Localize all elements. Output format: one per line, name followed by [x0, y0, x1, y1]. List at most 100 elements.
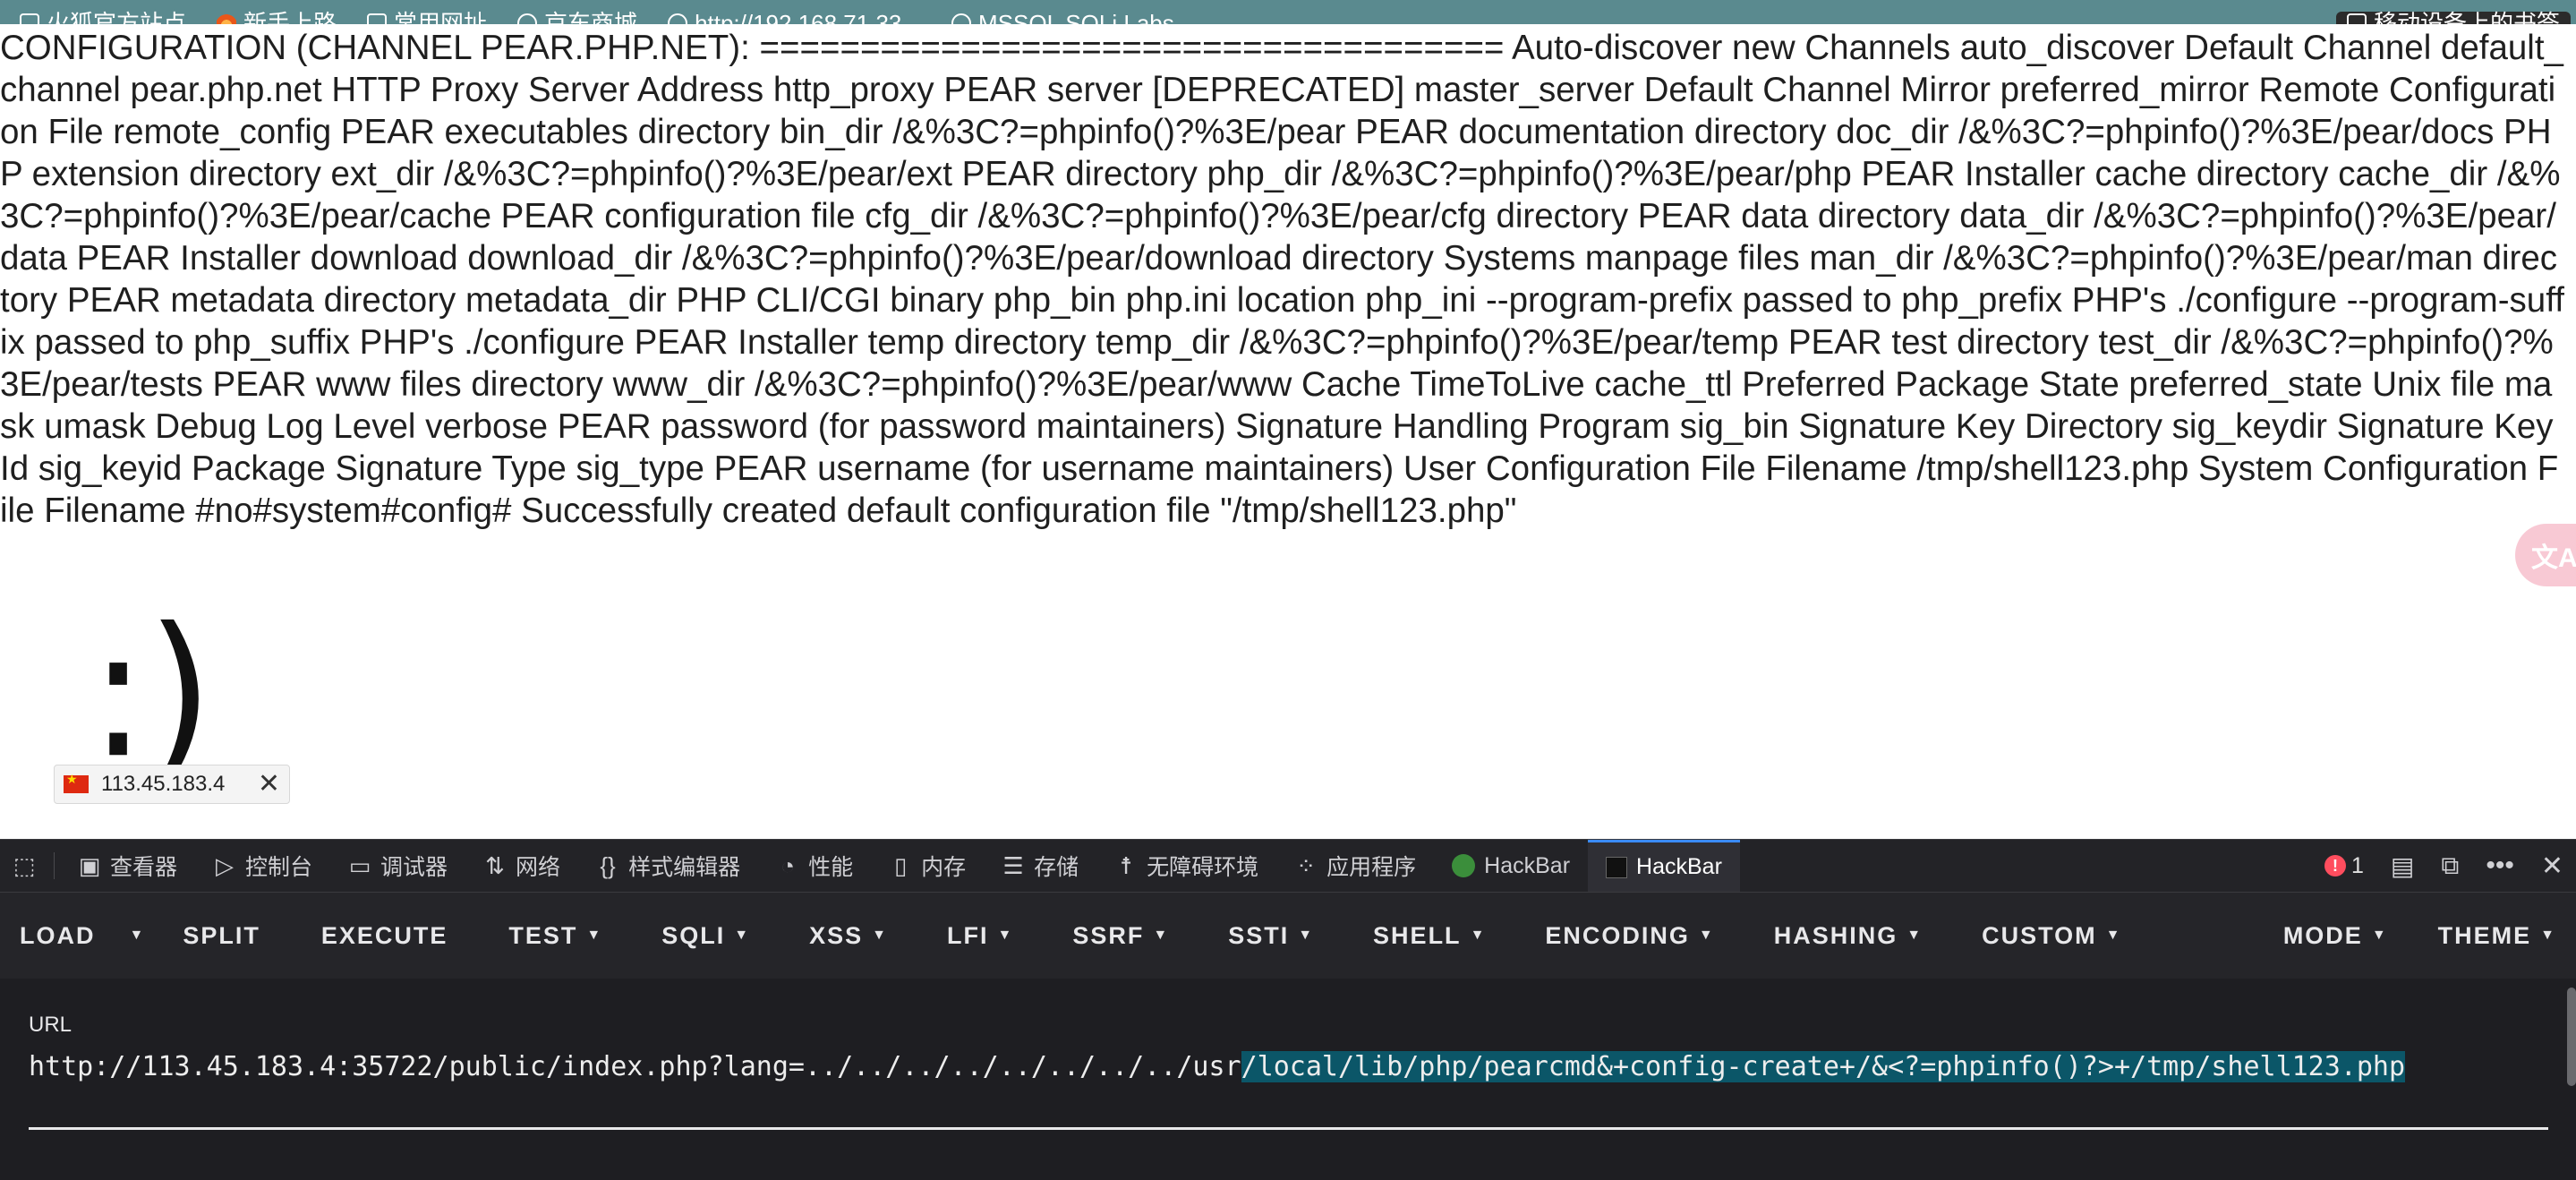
- tab-label: 调试器: [380, 855, 448, 880]
- page-icon: [20, 13, 39, 24]
- chevron-down-icon: ▼: [997, 928, 1012, 943]
- button-label: LOAD: [20, 921, 96, 949]
- bookmark-label: 京东商城: [544, 10, 638, 24]
- hackbar-right-buttons: MODE ▼ THEME ▼: [2283, 922, 2576, 950]
- theme-menu-button[interactable]: THEME ▼: [2438, 922, 2555, 950]
- bookmark-item[interactable]: 火狐官方站点: [20, 12, 186, 24]
- tab-console[interactable]: ▷ 控制台: [195, 840, 330, 892]
- more-options-icon[interactable]: •••: [2486, 851, 2514, 881]
- bookmark-item[interactable]: 京东商城: [517, 12, 637, 24]
- scrollbar[interactable]: [2567, 988, 2576, 1086]
- load-dropdown-caret-icon[interactable]: ▼: [130, 928, 146, 944]
- ssti-menu-button[interactable]: SSTI ▼: [1228, 922, 1312, 950]
- button-label: SSRF: [1072, 921, 1145, 949]
- tab-label: 网络: [516, 855, 561, 880]
- button-label: EXECUTE: [320, 921, 448, 949]
- button-label: SHELL: [1373, 921, 1462, 949]
- hashing-menu-button[interactable]: HASHING ▼: [1774, 922, 1921, 950]
- translate-icon: 文A: [2531, 543, 2576, 573]
- mobile-bookmarks[interactable]: 移动设备上的书签: [2335, 10, 2571, 24]
- devtools-right-controls: ! 1 ▤ ⧉ ••• ✕: [2324, 840, 2576, 892]
- bookmark-item[interactable]: 新手上路: [217, 12, 337, 24]
- split-button[interactable]: SPLIT: [183, 922, 260, 950]
- xss-menu-button[interactable]: XSS ▼: [809, 922, 886, 950]
- error-counter[interactable]: ! 1: [2324, 853, 2364, 879]
- responsive-mode-icon[interactable]: ▤: [2391, 851, 2414, 881]
- execute-button[interactable]: EXECUTE: [321, 922, 448, 950]
- bookmark-item[interactable]: MSSQL SQLi Labs: [951, 12, 1174, 24]
- sqli-menu-button[interactable]: SQLI ▼: [661, 922, 748, 950]
- element-picker-button[interactable]: ⬚: [0, 840, 48, 892]
- bookmark-item[interactable]: http://192.168.71.33...: [668, 12, 921, 24]
- accessibility-icon: ☨: [1120, 851, 1133, 879]
- hackbar-dark-icon: [1606, 856, 1628, 878]
- tab-inspector[interactable]: ▣ 查看器: [60, 840, 195, 892]
- chevron-down-icon: ▼: [1153, 928, 1168, 943]
- tab-performance[interactable]: ◔ 性能: [758, 840, 871, 892]
- error-count: 1: [2350, 852, 2364, 878]
- button-label: XSS: [809, 921, 864, 949]
- console-icon: ▷: [216, 851, 235, 879]
- tab-label: HackBar: [1484, 852, 1571, 878]
- tab-storage[interactable]: ☰ 存储: [984, 840, 1096, 892]
- button-label: CUSTOM: [1982, 921, 2097, 949]
- pick-element-icon: ⬚: [13, 851, 36, 879]
- tab-label: 查看器: [110, 855, 178, 880]
- button-label: THEME: [2437, 921, 2532, 949]
- ssrf-menu-button[interactable]: SSRF ▼: [1072, 922, 1167, 950]
- url-selected-text: /local/lib/php/pearcmd&+config-create+/&…: [1241, 1051, 2406, 1082]
- test-menu-button[interactable]: TEST ▼: [508, 922, 601, 950]
- dock-side-icon[interactable]: ⧉: [2441, 851, 2459, 881]
- debugger-icon: ▭: [348, 851, 371, 879]
- url-input[interactable]: http://113.45.183.4:35722/public/index.p…: [29, 1046, 2548, 1130]
- smiley-text: :): [90, 589, 214, 798]
- custom-menu-button[interactable]: CUSTOM ▼: [1982, 922, 2120, 950]
- tab-label: 控制台: [245, 855, 313, 880]
- bookmark-label: http://192.168.71.33...: [695, 10, 922, 24]
- storage-icon: ☰: [1002, 851, 1024, 879]
- shell-menu-button[interactable]: SHELL ▼: [1373, 922, 1484, 950]
- firefox-icon: [217, 13, 237, 24]
- hackbar-panel: URL http://113.45.183.4:35722/public/ind…: [0, 979, 2576, 1180]
- translate-button[interactable]: 文A: [2515, 524, 2576, 586]
- performance-icon: ◔: [780, 851, 795, 879]
- bookmark-folder[interactable]: 常用网址: [367, 12, 487, 24]
- globe-icon: [668, 13, 688, 24]
- bookmark-label: 移动设备上的书签: [2373, 10, 2560, 24]
- mode-menu-button[interactable]: MODE ▼: [2283, 922, 2386, 950]
- divider: [54, 852, 55, 879]
- close-icon[interactable]: ✕: [258, 771, 280, 798]
- encoding-menu-button[interactable]: ENCODING ▼: [1545, 922, 1712, 950]
- tab-debugger[interactable]: ▭ 调试器: [330, 840, 465, 892]
- url-label: URL: [29, 1013, 73, 1037]
- globe-icon: [517, 13, 538, 24]
- chevron-down-icon: ▼: [1698, 928, 1713, 943]
- close-devtools-icon[interactable]: ✕: [2541, 851, 2563, 882]
- globe-icon: [951, 13, 972, 24]
- tab-label: 内存: [921, 855, 967, 880]
- ip-badge: 113.45.183.4 ✕: [54, 765, 290, 804]
- tab-network[interactable]: ⇅ 网络: [465, 840, 578, 892]
- tab-hackbar-green[interactable]: HackBar: [1434, 840, 1588, 892]
- folder-icon: [367, 13, 388, 24]
- bookmark-label: 常用网址: [394, 10, 488, 24]
- bookmarks-toolbar: 火狐官方站点 新手上路 常用网址 京东商城 http://192.168.71.…: [0, 0, 2576, 24]
- tab-memory[interactable]: ▯ 内存: [871, 840, 984, 892]
- network-icon: ⇅: [485, 851, 505, 879]
- tab-style-editor[interactable]: {} 样式编辑器: [578, 840, 758, 892]
- button-label: HASHING: [1773, 921, 1898, 949]
- style-editor-icon: {}: [600, 851, 616, 879]
- page-output-text: CONFIGURATION (CHANNEL PEAR.PHP.NET): ==…: [0, 29, 2564, 530]
- tab-label: 无障碍环境: [1147, 855, 1259, 880]
- chevron-down-icon: ▼: [734, 928, 749, 943]
- tab-application[interactable]: ⁘ 应用程序: [1276, 840, 1434, 892]
- load-button[interactable]: LOAD: [20, 922, 96, 950]
- bookmark-label: MSSQL SQLi Labs: [978, 10, 1174, 24]
- chevron-down-icon: ▼: [586, 928, 601, 943]
- lfi-menu-button[interactable]: LFI ▼: [947, 922, 1011, 950]
- tab-accessibility[interactable]: ☨ 无障碍环境: [1096, 840, 1276, 892]
- memory-icon: ▯: [893, 851, 908, 879]
- tab-label: 性能: [808, 855, 854, 880]
- chevron-down-icon: ▼: [2371, 928, 2386, 943]
- tab-hackbar[interactable]: HackBar: [1588, 840, 1740, 892]
